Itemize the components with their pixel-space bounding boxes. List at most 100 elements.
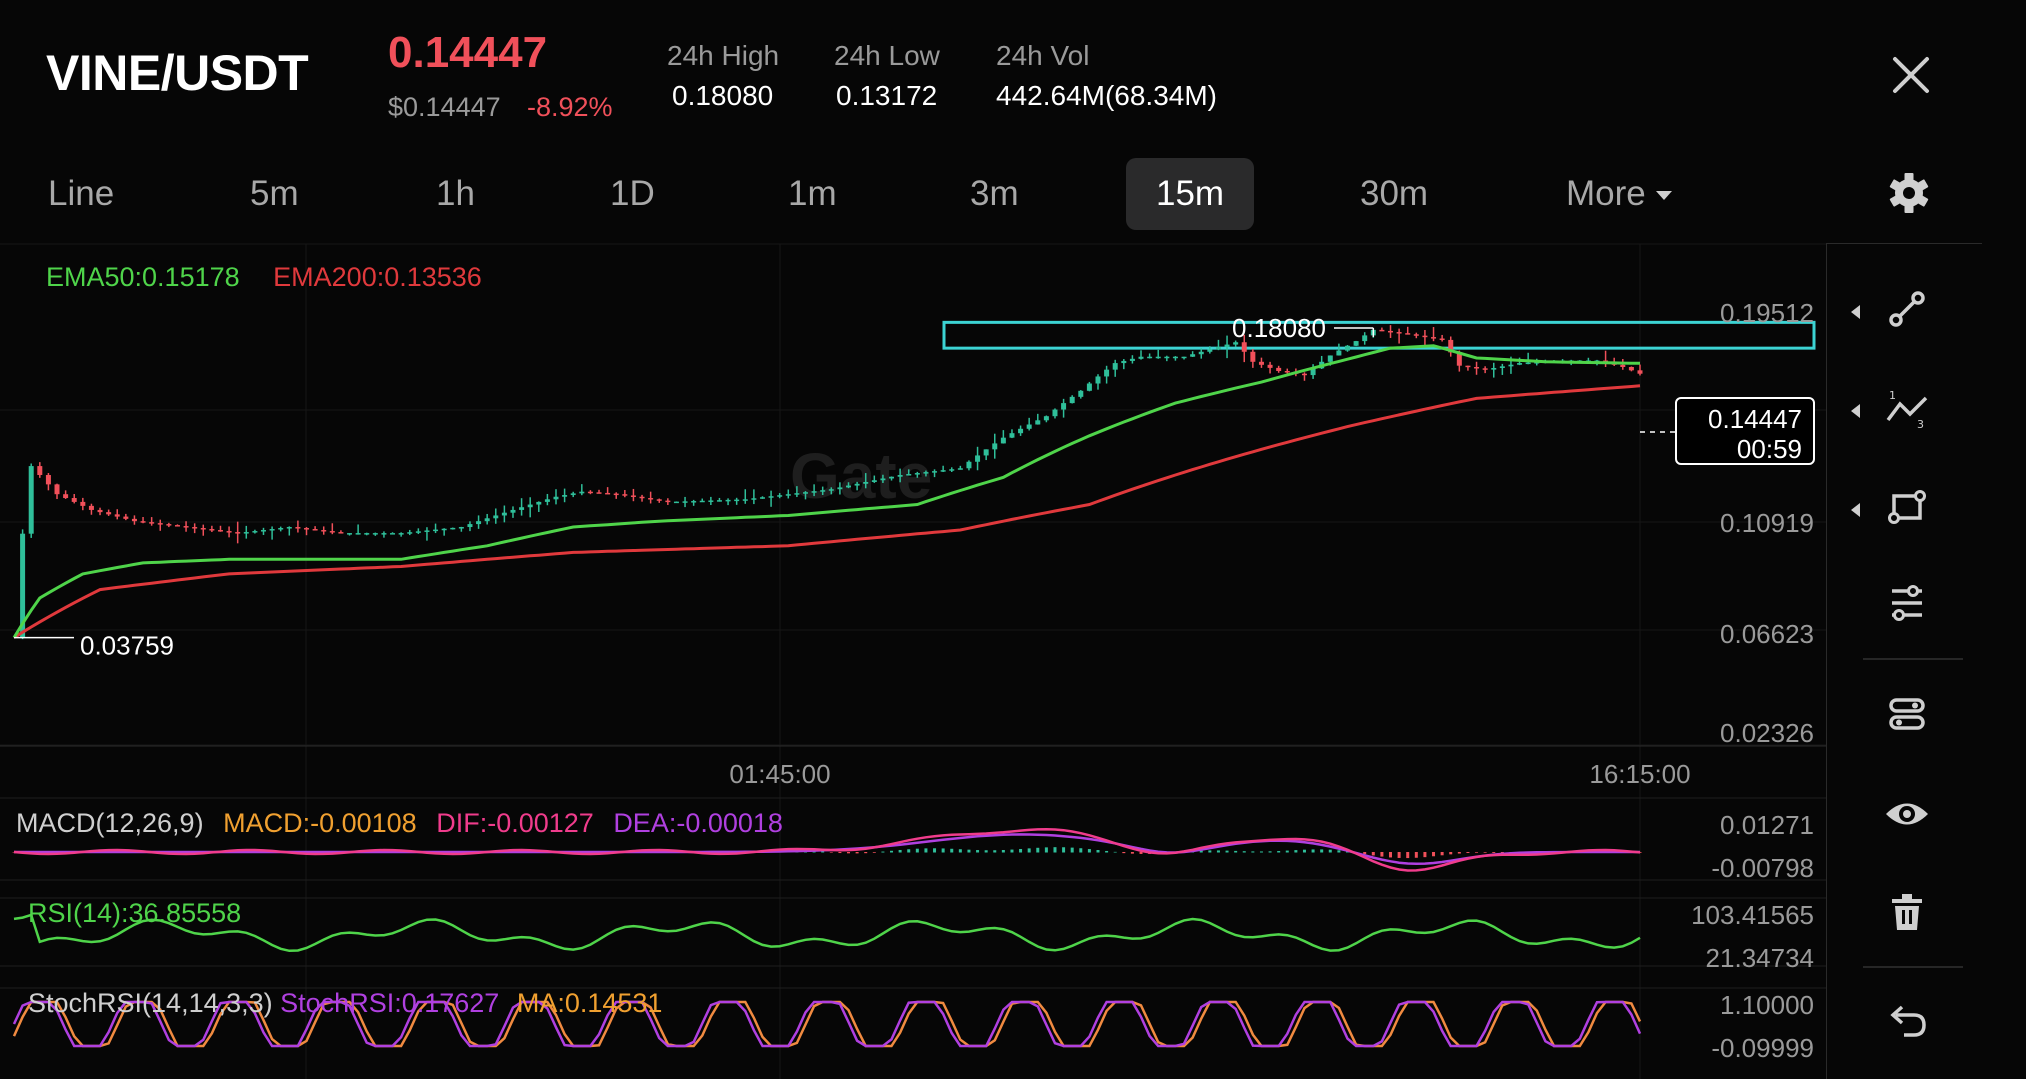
line-tool-icon[interactable]	[1882, 284, 1932, 334]
candle-body	[1439, 338, 1445, 341]
candle-body	[587, 491, 593, 494]
candle-body	[381, 533, 387, 535]
candle-body	[1147, 356, 1153, 359]
candle-body	[794, 493, 800, 495]
tab-15m[interactable]: 15m	[1126, 158, 1255, 230]
toolbar-divider	[1863, 966, 1963, 968]
macd-histogram-bar	[950, 848, 954, 853]
candle-body	[742, 499, 748, 501]
layers-icon[interactable]	[1882, 689, 1932, 739]
stat-high-value: 0.18080	[672, 80, 774, 111]
price-axis-label: 0.02326	[1720, 718, 1814, 748]
candle-body	[983, 449, 989, 456]
macd-histogram-bar	[1277, 851, 1281, 853]
candle-body	[691, 501, 697, 503]
macd-histogram-bar	[838, 852, 842, 854]
candle-body	[295, 527, 301, 529]
macd-histogram-bar	[855, 852, 859, 854]
candle-body	[906, 474, 912, 476]
price-chart[interactable]: Gate 0.18080 0.03759 0.1444700:59 0.19512 0…	[0, 238, 1830, 1079]
gear-icon[interactable]	[1888, 172, 1930, 214]
stochrsi-legend: StochRSI(14,14,3,3) StochRSI:0.17627 MA:…	[28, 988, 662, 1019]
candle-body	[579, 491, 585, 494]
price-axis-label: 0.10919	[1720, 508, 1814, 538]
tab-1m[interactable]: 1m	[788, 158, 837, 230]
chevron-down-icon	[1655, 191, 1672, 201]
candle-body	[630, 495, 636, 497]
tab-1d[interactable]: 1D	[610, 158, 655, 230]
candle-body	[751, 498, 757, 500]
candle-body	[1620, 364, 1626, 367]
candle-body	[562, 495, 568, 497]
candle-body	[863, 481, 869, 484]
candle-body	[1026, 424, 1032, 429]
candle-body	[1164, 356, 1170, 359]
tab-30m[interactable]: 30m	[1360, 158, 1428, 230]
candle-body	[708, 500, 714, 502]
tab-5m[interactable]: 5m	[250, 158, 299, 230]
expand-arrow-icon[interactable]	[1851, 305, 1860, 319]
candle-body	[200, 528, 206, 530]
candle-body	[398, 533, 404, 535]
macd-histogram-bar	[1414, 852, 1418, 858]
indicator-settings-icon[interactable]	[1882, 578, 1932, 628]
macd-histogram-bar	[915, 848, 919, 853]
macd-histogram-bar	[1389, 852, 1393, 858]
candle-body	[768, 496, 774, 498]
macd-histogram-bar	[1311, 849, 1315, 853]
candle-body	[1241, 342, 1247, 352]
candle-body	[166, 524, 172, 526]
candle-body	[854, 483, 860, 486]
macd-histogram-bar	[924, 848, 928, 853]
macd-histogram-bar	[1027, 848, 1031, 853]
candle-body	[1224, 344, 1230, 347]
candle-body	[157, 523, 163, 525]
candle-body	[304, 528, 310, 530]
rsi-legend: RSI(14):36.85558	[28, 898, 242, 928]
macd-histogram-bar	[1208, 850, 1212, 853]
macd-histogram-bar	[1251, 851, 1255, 853]
candle-body	[932, 471, 938, 473]
undo-icon[interactable]	[1882, 997, 1932, 1047]
candle-body	[484, 518, 490, 522]
candle-body	[889, 476, 895, 479]
candle-body	[536, 501, 542, 505]
candle-body	[811, 491, 817, 493]
candle-body	[372, 533, 378, 535]
ema200-legend: EMA200:0.13536	[273, 262, 482, 292]
tab-line[interactable]: Line	[48, 158, 114, 230]
shape-tool-icon[interactable]	[1882, 482, 1932, 532]
tab-1h[interactable]: 1h	[436, 158, 475, 230]
candle-body	[570, 493, 576, 496]
macd-histogram-bar	[1036, 847, 1040, 853]
candle-body	[54, 484, 60, 495]
candle-body	[1499, 366, 1505, 368]
candle-body	[260, 530, 266, 532]
pair-title: VINE/USDT	[46, 45, 309, 101]
macd-histogram-bar	[1337, 850, 1341, 853]
macd-histogram-bar	[1234, 850, 1238, 853]
candle-body	[1276, 367, 1282, 371]
fib-tool-icon[interactable]: 13	[1882, 384, 1932, 434]
trash-icon[interactable]	[1882, 887, 1932, 937]
candle-body	[1482, 368, 1488, 370]
macd-histogram-bar	[1294, 850, 1298, 853]
candle-body	[252, 531, 258, 533]
close-icon[interactable]	[1886, 50, 1936, 100]
tab-3m[interactable]: 3m	[970, 158, 1019, 230]
candle-body	[759, 497, 765, 499]
candle-body	[613, 493, 619, 496]
candle-body	[1637, 370, 1643, 374]
candle-body	[1379, 329, 1385, 332]
visibility-icon[interactable]	[1882, 789, 1932, 839]
expand-arrow-icon[interactable]	[1851, 503, 1860, 517]
candle-body	[1465, 365, 1471, 368]
tab-more[interactable]: More	[1566, 158, 1672, 230]
macd-histogram-bar	[1113, 851, 1117, 853]
candle-body	[1258, 361, 1264, 365]
time-axis-label: 16:15:00	[1589, 759, 1690, 789]
toolbar-divider	[1863, 658, 1963, 660]
expand-arrow-icon[interactable]	[1851, 404, 1860, 418]
candle-body	[510, 509, 516, 513]
macd-histogram-bar	[864, 852, 868, 854]
